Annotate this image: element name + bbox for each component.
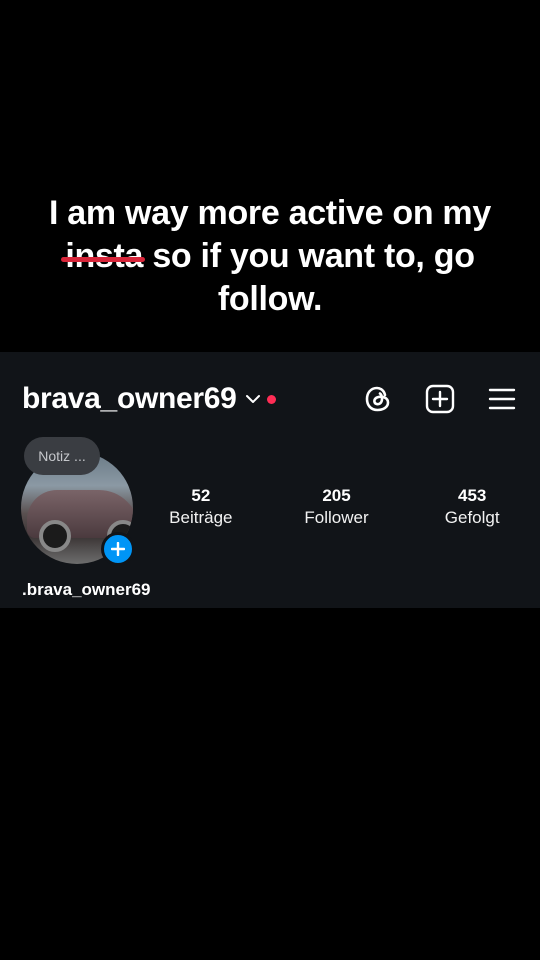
profile-header: brava_owner69	[22, 380, 518, 418]
caption-line-2-rest: so if you want to, go	[143, 237, 475, 275]
caption-line-3: follow.	[217, 280, 323, 318]
stat-value: 205	[322, 486, 351, 505]
header-actions	[362, 383, 518, 415]
caption-text: I am way more active on my insta so if y…	[0, 192, 540, 321]
wheel-front	[39, 520, 71, 552]
stat-label: Follower	[304, 508, 369, 527]
username[interactable]: brava_owner69	[22, 382, 237, 416]
struck-word: insta	[61, 235, 146, 278]
caption-line-2: insta so if you want to, go	[0, 235, 540, 278]
stat-followers[interactable]: 205 Follower	[269, 486, 405, 530]
threads-icon[interactable]	[362, 383, 394, 415]
profile-display-name: .brava_owner69	[22, 580, 151, 599]
stat-value: 453	[457, 486, 487, 505]
add-post-icon[interactable]	[424, 383, 456, 415]
stat-label: Beiträge	[169, 508, 233, 527]
note-bubble[interactable]: Notiz ...	[24, 437, 100, 475]
menu-icon[interactable]	[486, 383, 518, 415]
caption-line-1: I am way more active on my	[49, 194, 491, 232]
chevron-down-icon[interactable]	[245, 391, 261, 407]
stat-posts[interactable]: 52 Beiträge	[133, 486, 269, 530]
plus-icon	[111, 542, 125, 556]
stat-value: 52	[191, 486, 211, 505]
stat-label: Gefolgt	[444, 508, 500, 527]
stat-following[interactable]: 453 Gefolgt	[404, 486, 540, 530]
add-story-button[interactable]	[101, 532, 135, 566]
profile-stats: 52 Beiträge 205 Follower 453 Gefolgt	[133, 486, 540, 530]
notification-dot	[266, 394, 276, 404]
profile-panel: brava_owner69 Notiz ... 52 Beiträge 205 …	[0, 352, 540, 608]
